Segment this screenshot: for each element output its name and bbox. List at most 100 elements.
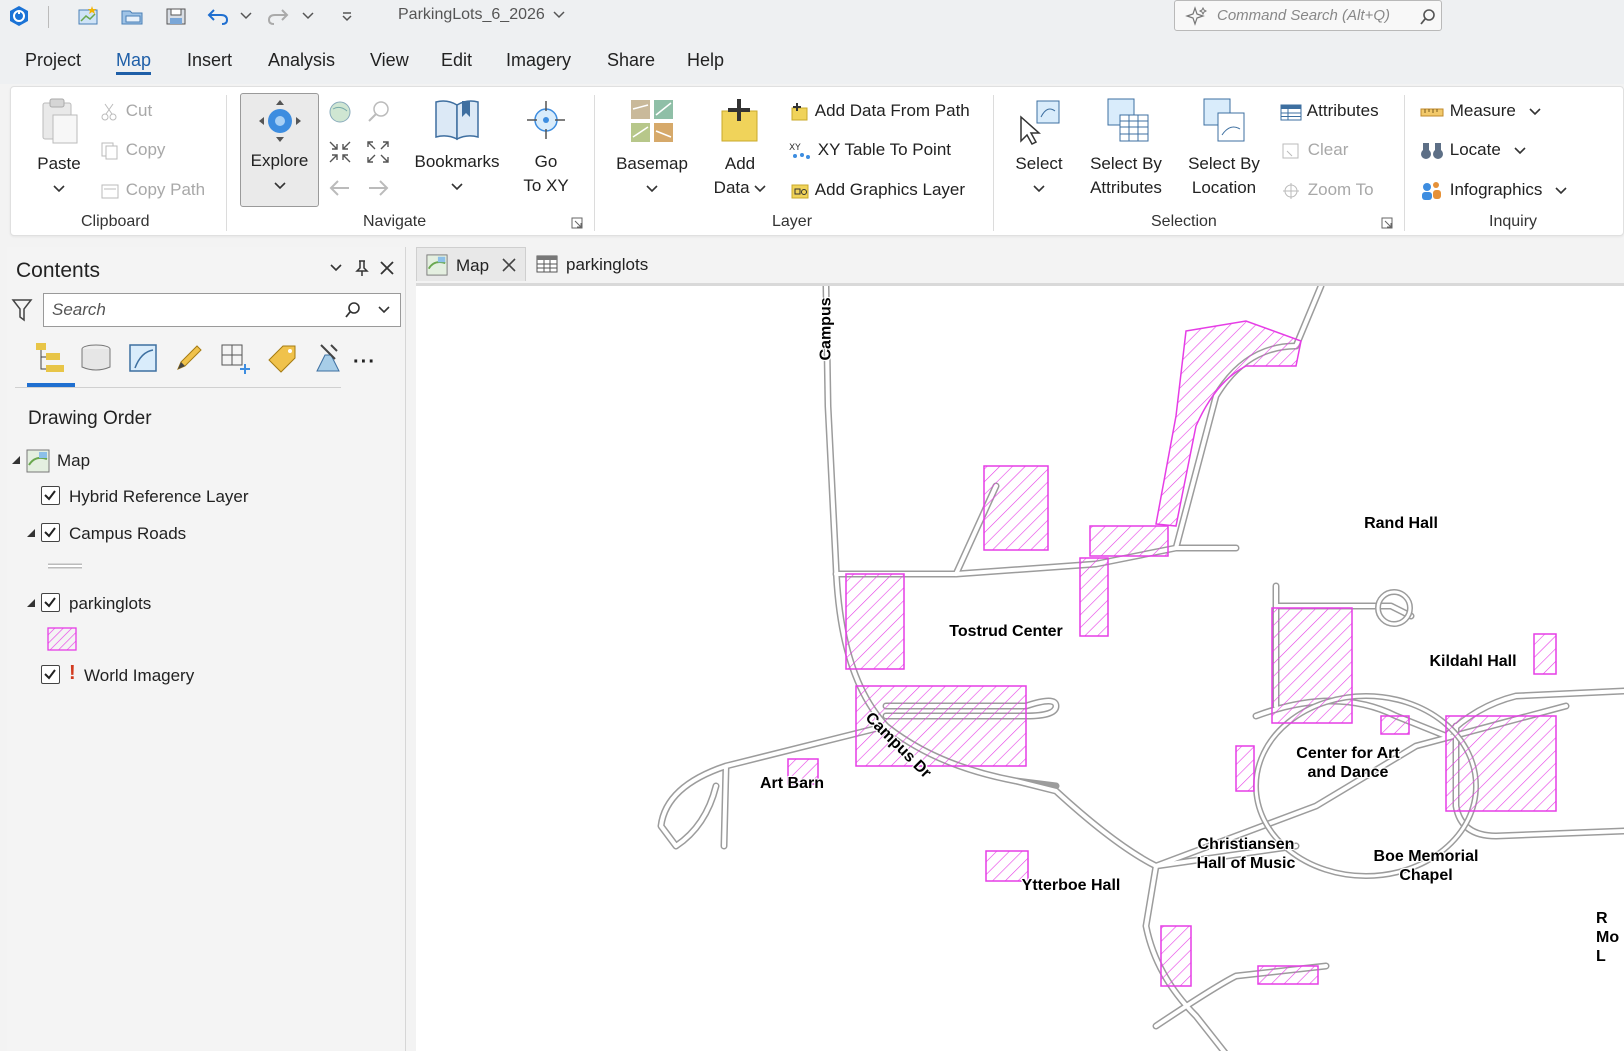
parking-lot-north xyxy=(1155,320,1302,527)
menu-insert[interactable]: Insert xyxy=(187,50,232,71)
list-by-perspective-imagery-icon[interactable] xyxy=(311,341,345,375)
menu-help[interactable]: Help xyxy=(687,50,724,71)
list-by-data-source-icon[interactable] xyxy=(79,343,113,373)
go-to-xy-button[interactable]: Go To XY xyxy=(513,97,579,198)
copy-path-button[interactable]: Copy Path xyxy=(99,180,205,201)
clipboard-group-label: Clipboard xyxy=(81,213,150,230)
select-label: Select xyxy=(1015,154,1063,173)
list-by-editing-icon[interactable] xyxy=(173,342,205,374)
selection-launcher-icon[interactable] xyxy=(1381,217,1393,229)
select-by-location-label-2: Location xyxy=(1191,178,1257,197)
collapse-parkinglots-icon[interactable] xyxy=(26,598,36,608)
measure-button[interactable]: Measure xyxy=(1419,101,1541,122)
collapse-campus-roads-icon[interactable] xyxy=(26,528,36,538)
customize-toolbar-icon[interactable] xyxy=(336,4,358,28)
label-christiansen-hall-of-music: Christiansen Hall of Music xyxy=(1196,836,1296,872)
redo-dropdown-icon[interactable] xyxy=(298,4,318,28)
select-button[interactable]: Select xyxy=(1007,97,1071,200)
paste-button[interactable]: Paste xyxy=(29,97,89,200)
pane-options-icon[interactable] xyxy=(329,263,343,273)
tree-map[interactable]: Map xyxy=(57,451,90,471)
list-by-selection-icon[interactable] xyxy=(127,342,159,374)
select-by-attributes-button[interactable]: Select By Attributes xyxy=(1083,97,1169,200)
menu-project[interactable]: Project xyxy=(25,50,81,71)
close-tab-icon[interactable] xyxy=(501,257,517,273)
fixed-zoom-in-icon[interactable] xyxy=(327,139,353,165)
attributes-button[interactable]: Attributes xyxy=(1279,101,1379,122)
contents-search-input[interactable]: Search xyxy=(43,293,401,327)
menu-map[interactable]: Map xyxy=(116,50,152,75)
document-title[interactable]: ParkingLots_6_2026 xyxy=(398,6,565,24)
map-view[interactable]: Campus Campus Dr Rand Hall Tostrud Cente… xyxy=(416,283,1624,1051)
add-graphics-layer-button[interactable]: Add Graphics Layer xyxy=(789,180,965,201)
add-data-from-path-button[interactable]: Add Data From Path xyxy=(789,101,970,122)
menu-analysis[interactable]: Analysis xyxy=(268,50,335,71)
pin-icon[interactable] xyxy=(355,259,369,277)
tab-map[interactable]: Map xyxy=(416,247,526,281)
undo-dropdown-icon[interactable] xyxy=(236,4,256,28)
next-extent-icon[interactable] xyxy=(365,177,391,199)
bookmarks-button[interactable]: Bookmarks xyxy=(407,97,507,198)
navigate-launcher-icon[interactable] xyxy=(571,217,583,229)
xy-table-to-point-button[interactable]: XY XY Table To Point xyxy=(789,140,951,161)
tab-parkinglots-table[interactable]: parkinglots xyxy=(528,247,658,281)
attributes-label: Attributes xyxy=(1306,101,1379,120)
parking-lot-strip xyxy=(1089,525,1169,557)
tree-hybrid-reference-layer[interactable]: Hybrid Reference Layer xyxy=(69,487,249,507)
menu-share[interactable]: Share xyxy=(607,50,655,71)
full-extent-icon[interactable] xyxy=(327,99,353,125)
label-rand-hall: Rand Hall xyxy=(1364,515,1438,532)
previous-extent-icon[interactable] xyxy=(327,177,353,199)
tree-campus-roads[interactable]: Campus Roads xyxy=(69,524,186,544)
copy-icon xyxy=(101,142,118,160)
world-imagery-checkbox[interactable] xyxy=(41,665,60,684)
infographics-button[interactable]: Infographics xyxy=(1419,180,1567,201)
menu-edit[interactable]: Edit xyxy=(441,50,472,71)
add-data-from-path-icon xyxy=(791,102,808,121)
hybrid-layer-checkbox[interactable] xyxy=(41,486,60,505)
list-by-labeling-icon[interactable] xyxy=(265,342,299,374)
tree-parkinglots[interactable]: parkinglots xyxy=(69,594,151,614)
new-project-icon[interactable] xyxy=(74,4,102,28)
clear-selection-button[interactable]: Clear xyxy=(1279,140,1348,161)
explore-button[interactable]: Explore xyxy=(240,93,319,207)
fixed-zoom-out-icon[interactable] xyxy=(365,139,391,165)
open-project-icon[interactable] xyxy=(118,4,148,28)
scissors-icon xyxy=(101,103,117,121)
filter-icon[interactable] xyxy=(11,297,33,323)
redo-icon[interactable] xyxy=(264,4,292,28)
label-campus-vertical: Campus xyxy=(817,297,835,361)
zoom-to-selection-icon[interactable] xyxy=(365,99,391,125)
parkinglots-checkbox[interactable] xyxy=(41,593,60,612)
add-data-button[interactable]: Add Data xyxy=(707,97,773,200)
collapse-map-icon[interactable] xyxy=(11,455,21,465)
locate-button[interactable]: Locate xyxy=(1419,140,1526,161)
basemap-button[interactable]: Basemap xyxy=(609,97,695,200)
select-by-location-button[interactable]: Select By Location xyxy=(1181,97,1267,200)
cut-button[interactable]: Cut xyxy=(99,101,152,122)
menu-view[interactable]: View xyxy=(370,50,409,71)
navigate-group-label: Navigate xyxy=(363,213,427,230)
menu-imagery[interactable]: Imagery xyxy=(506,50,571,71)
save-project-icon[interactable] xyxy=(162,4,192,28)
infographics-label: Infographics xyxy=(1449,180,1543,199)
more-views-icon[interactable]: ··· xyxy=(353,351,376,374)
copy-button[interactable]: Copy xyxy=(99,140,165,161)
list-by-snapping-icon[interactable] xyxy=(219,342,255,376)
zoom-to-selection-button[interactable]: Zoom To xyxy=(1279,180,1374,201)
undo-icon[interactable] xyxy=(204,4,232,28)
campus-roads-checkbox[interactable] xyxy=(41,523,60,542)
go-to-xy-icon xyxy=(527,101,565,139)
tree-world-imagery[interactable]: World Imagery xyxy=(84,666,194,686)
basemap-dropdown-icon xyxy=(646,185,658,193)
selection-group-label: Selection xyxy=(1151,213,1217,230)
warning-icon: ! xyxy=(69,662,76,684)
map-tab-icon xyxy=(426,254,448,276)
command-search-input[interactable]: Command Search (Alt+Q) xyxy=(1174,0,1442,31)
close-icon[interactable] xyxy=(379,260,395,276)
title-bar: ParkingLots_6_2026 Command Search (Alt+Q… xyxy=(0,0,1624,34)
contents-title: Contents xyxy=(16,259,101,282)
search-options-icon[interactable] xyxy=(378,306,390,314)
graphics-layer-icon xyxy=(791,184,809,199)
list-by-drawing-order-icon[interactable] xyxy=(33,341,69,375)
